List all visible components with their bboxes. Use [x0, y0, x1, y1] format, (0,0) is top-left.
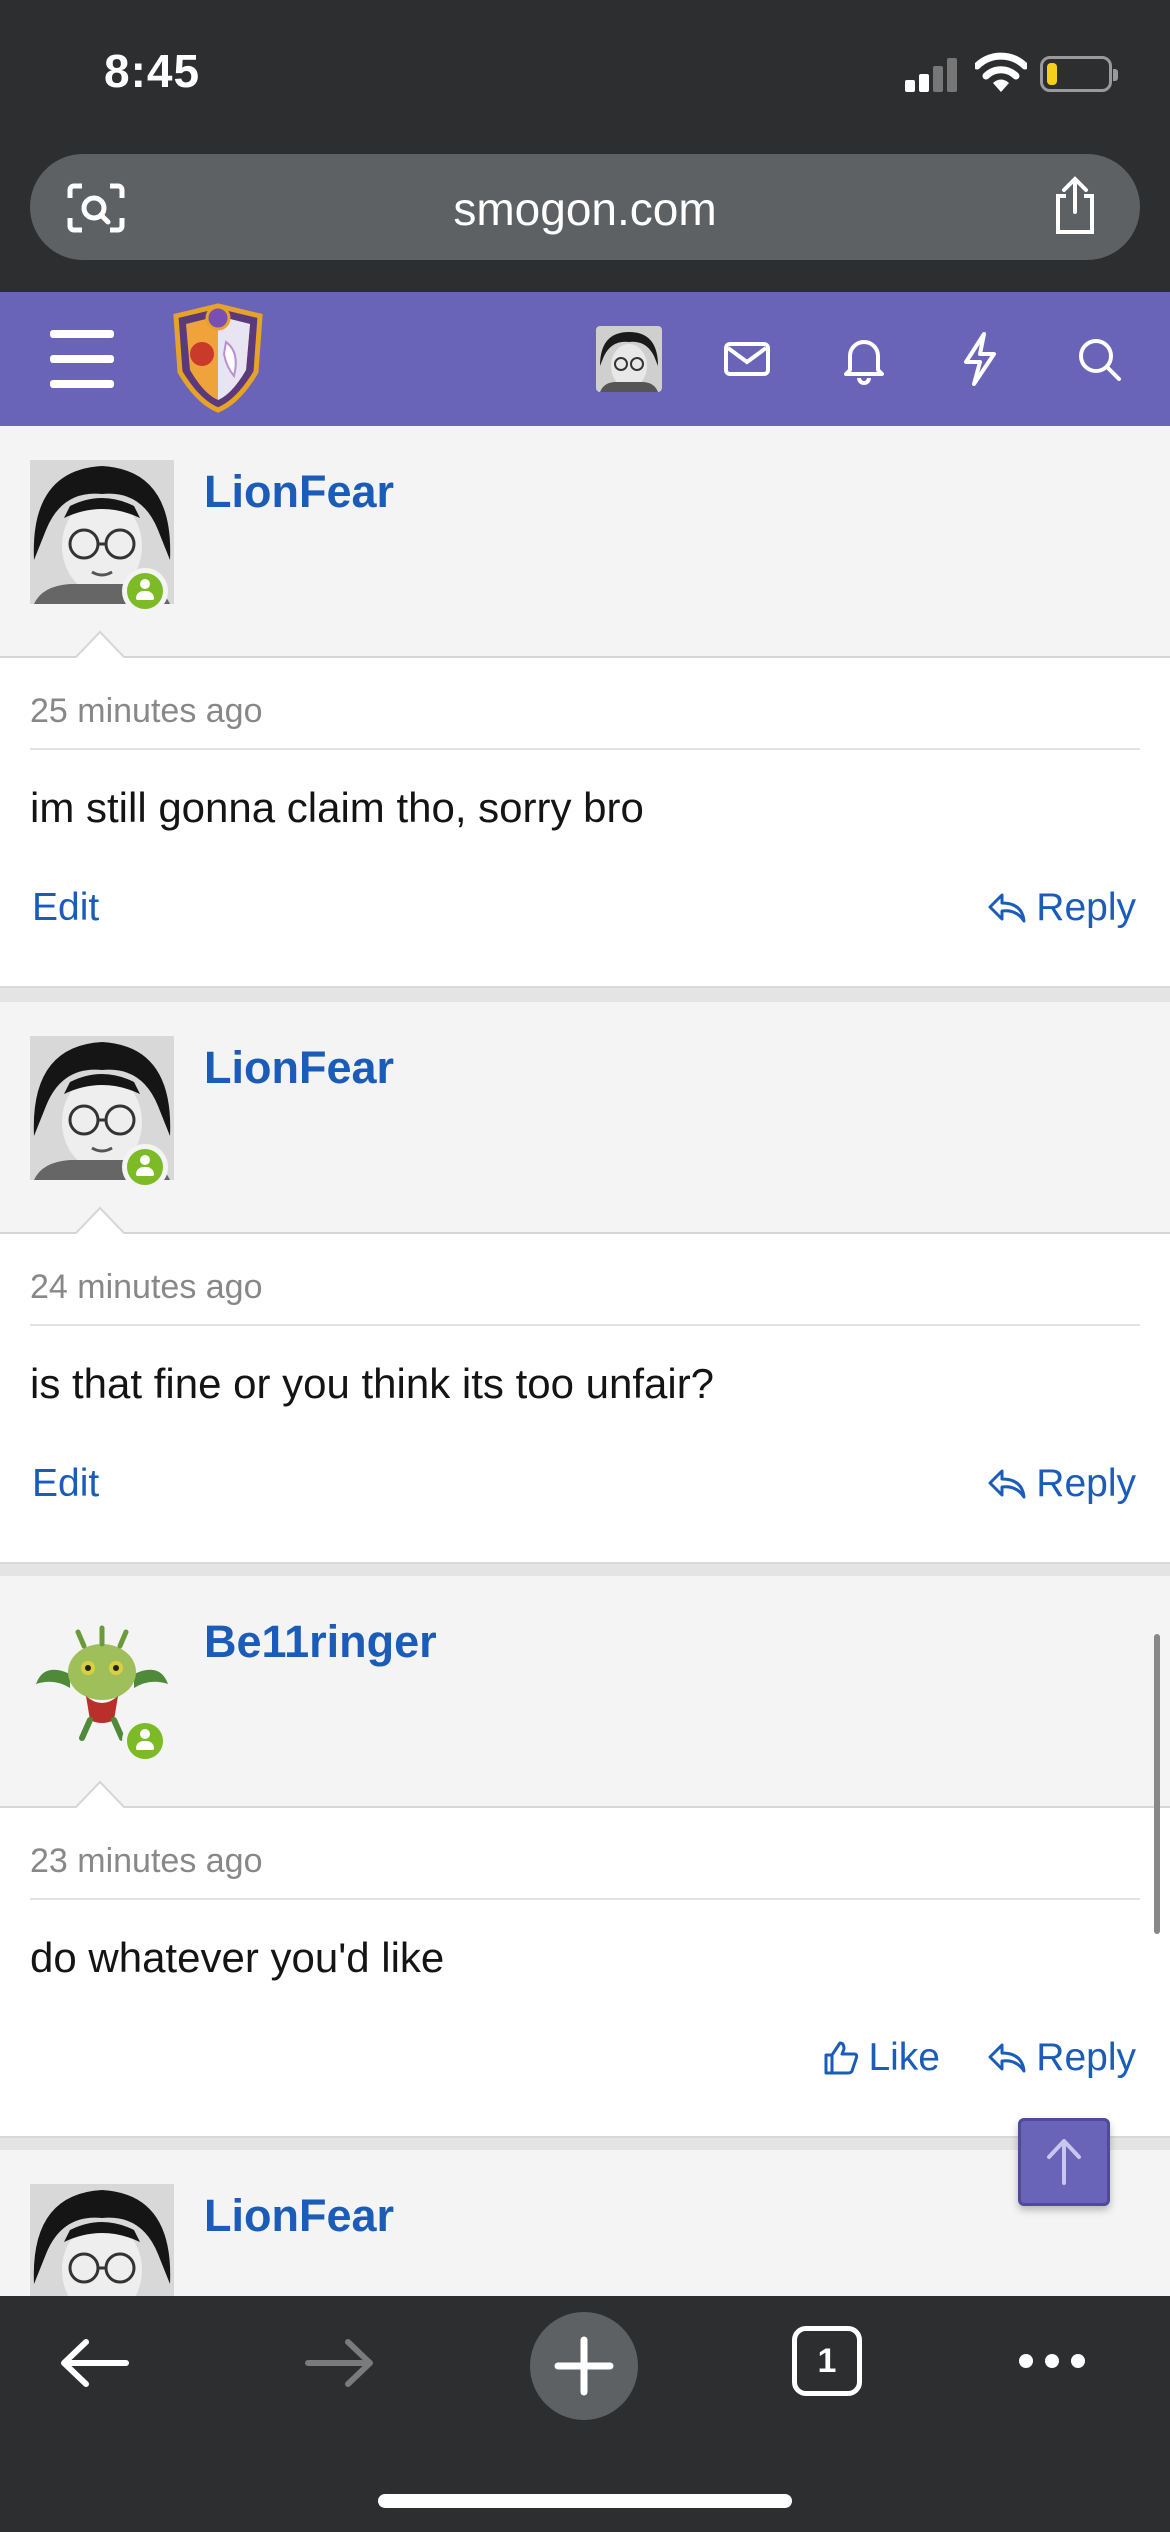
edit-button[interactable]: Edit [32, 1462, 99, 1506]
tab-count: 1 [817, 2342, 837, 2380]
post-body: 25 minutes ago im still gonna claim tho,… [0, 658, 1170, 988]
like-label: Like [868, 2036, 940, 2079]
divider [30, 1324, 1140, 1326]
home-indicator[interactable] [378, 2494, 792, 2508]
online-status-icon [122, 1144, 168, 1190]
post-time[interactable]: 23 minutes ago [30, 1842, 263, 1881]
scrollbar[interactable] [1154, 1634, 1160, 1934]
thumbs-up-icon [824, 2041, 859, 2075]
bell-icon[interactable] [840, 330, 888, 388]
forward-arrow-icon[interactable] [302, 2328, 378, 2398]
post-username[interactable]: LionFear [204, 1042, 394, 1094]
reply-icon [988, 2043, 1026, 2073]
online-status-icon [122, 568, 168, 614]
post-text: im still gonna claim tho, sorry bro [30, 784, 644, 831]
reply-icon [988, 893, 1026, 923]
edit-label: Edit [32, 1462, 100, 1505]
post-user-block: LionFear [0, 426, 1170, 658]
reply-label: Reply [1036, 1462, 1136, 1505]
scroll-to-top-button[interactable] [1018, 2118, 1110, 2206]
post-body: 24 minutes ago is that fine or you think… [0, 1234, 1170, 1564]
address-bar[interactable]: smogon.com [30, 154, 1140, 260]
post-user-block: LionFear [0, 1002, 1170, 1234]
online-status-icon [122, 1718, 168, 1764]
reply-button[interactable]: Reply [986, 1462, 1136, 1506]
post-body: 23 minutes ago do whatever you'd like Li… [0, 1808, 1170, 2138]
post-time[interactable]: 24 minutes ago [30, 1268, 263, 1307]
forum-header [0, 292, 1170, 426]
post-username[interactable]: Be11ringer [204, 1616, 437, 1668]
lightning-icon[interactable] [958, 330, 1000, 388]
divider [30, 1898, 1140, 1900]
post: LionFear 25 minutes ago im still gonna c… [0, 426, 1170, 988]
battery-icon [1040, 56, 1118, 92]
post-text: is that fine or you think its too unfair… [30, 1360, 715, 1407]
share-icon[interactable] [1050, 176, 1100, 236]
status-bar: 8:45 [0, 0, 1170, 150]
reply-label: Reply [1036, 886, 1136, 929]
browser-address-area: smogon.com [0, 150, 1170, 292]
menu-icon[interactable] [50, 330, 114, 388]
user-avatar[interactable] [30, 2184, 174, 2296]
post: LionFear 24 minutes ago is that fine or … [0, 1002, 1170, 1564]
arrow-up-icon [1047, 2139, 1081, 2185]
status-time: 8:45 [104, 45, 201, 97]
back-arrow-icon[interactable] [56, 2328, 132, 2398]
plus-icon [554, 2336, 614, 2396]
edit-button[interactable]: Edit [32, 886, 99, 930]
post-time[interactable]: 25 minutes ago [30, 692, 263, 731]
envelope-icon[interactable] [722, 330, 772, 388]
post-text: do whatever you'd like [30, 1934, 445, 1981]
reply-label: Reply [1036, 2036, 1136, 2079]
post-arrow [76, 630, 124, 658]
divider [30, 748, 1140, 750]
thread-content: LionFear 25 minutes ago im still gonna c… [0, 426, 1170, 2296]
post-username[interactable]: LionFear [204, 466, 394, 518]
wifi-icon [975, 52, 1027, 92]
reply-button[interactable]: Reply [986, 886, 1136, 930]
user-avatar[interactable] [596, 326, 662, 392]
new-tab-button[interactable] [530, 2312, 638, 2420]
reply-button[interactable]: Reply [986, 2036, 1136, 2080]
post: LionFear [0, 2150, 1170, 2296]
cellular-signal-icon [905, 56, 959, 92]
post-username[interactable]: LionFear [204, 2190, 394, 2242]
post-arrow [76, 1206, 124, 1234]
search-icon[interactable] [1074, 330, 1124, 388]
like-button[interactable]: Like [822, 2036, 940, 2080]
reply-icon [988, 1469, 1026, 1499]
more-options-icon[interactable] [1016, 2348, 1088, 2374]
post-user-block: LionFear [0, 2150, 1170, 2296]
post-user-block: Be11ringer [0, 1576, 1170, 1808]
smogon-logo[interactable] [168, 302, 268, 414]
edit-label: Edit [32, 886, 100, 929]
url-text: smogon.com [453, 183, 717, 235]
tabs-button[interactable]: 1 [792, 2326, 862, 2396]
post-arrow [76, 1780, 124, 1808]
post: Be11ringer 23 minutes ago do whatever yo… [0, 1576, 1170, 2138]
